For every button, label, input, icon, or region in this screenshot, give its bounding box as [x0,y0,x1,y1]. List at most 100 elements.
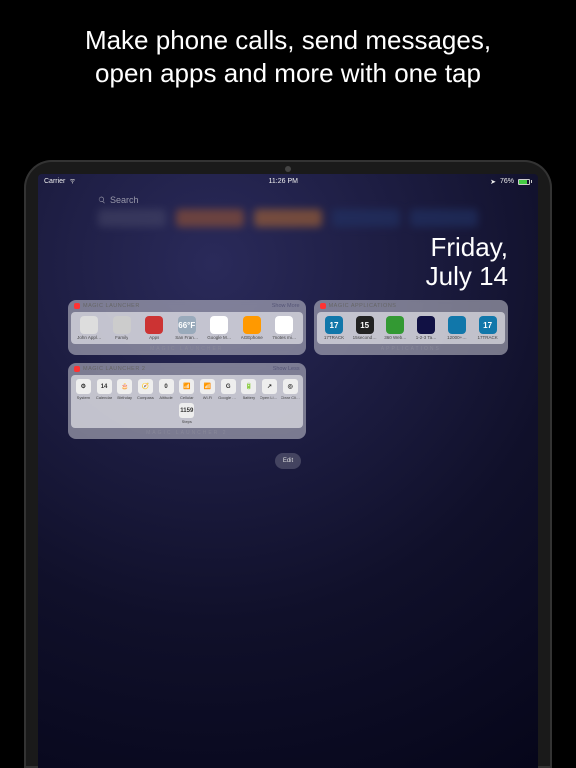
device-frame: Carrier 11:26 PM ➤ 76% Search Friday, Ju… [24,160,552,768]
app-item[interactable]: 🔋Battery [239,379,259,400]
app-label: Cellular [180,395,194,400]
app-item[interactable]: Family [108,316,136,340]
app-label: Family [115,335,128,340]
widget-body: ⚙System14Calendar🎂Birthday🧭Compass0Altit… [71,375,303,428]
app-icon: 🔋 [241,379,256,394]
widget-title: MAGIC LAUNCHER [83,303,140,309]
app-icon: 17 [325,316,343,334]
app-item[interactable]: 360 Web… [381,316,409,340]
app-item[interactable]: ⚙System [73,379,93,400]
location-icon: ➤ [490,178,496,186]
app-label: AGEphone [241,335,263,340]
app-label: Open Lin… [260,395,280,400]
status-time: 11:26 PM [269,178,298,185]
search-bar[interactable]: Search [98,193,478,207]
app-icon: 🧭 [138,379,153,394]
app-item[interactable]: 📶Cellular [177,379,197,400]
app-item[interactable]: 1717TRACK [320,316,348,340]
battery-icon [518,179,532,185]
app-icon: 1159 [179,403,194,418]
screen: Carrier 11:26 PM ➤ 76% Search Friday, Ju… [38,174,538,768]
widget-title: MAGIC LAUNCHER 2 [83,366,145,372]
app-icon [386,316,404,334]
promo-headline: Make phone calls, send messages, open ap… [0,0,576,99]
app-label: Battery [243,395,256,400]
app-item[interactable]: 1159Steps [177,403,197,424]
app-item[interactable]: 🧭Compass [135,379,155,400]
app-item[interactable]: Apps [140,316,168,340]
camera-dot [285,166,291,172]
app-item[interactable]: 📶Wi-Fi [197,379,217,400]
app-label: 17TRACK [324,335,344,340]
app-item[interactable]: GGoogle S… [218,379,238,400]
app-label: Compass [137,395,154,400]
app-item[interactable]: 7notes mi… [270,316,298,340]
widget-footer: MAGIC LAUNCHER [68,344,306,355]
app-icon [80,316,98,334]
app-label: San Fran… [175,335,198,340]
app-item[interactable]: 0Altitude [156,379,176,400]
date-weekday: Friday, [38,233,508,262]
app-icon: 0 [159,379,174,394]
app-item[interactable]: AGEphone [238,316,266,340]
app-label: Apps [149,335,159,340]
app-item[interactable]: 66°FSan Fran… [173,316,201,340]
app-item[interactable]: 🎂Birthday [115,379,135,400]
app-icon [113,316,131,334]
app-item[interactable]: 14Calendar [94,379,114,400]
app-icon [275,316,293,334]
date-display: Friday, July 14 [38,227,538,300]
app-icon: ◎ [283,379,298,394]
app-icon [448,316,466,334]
promo-line-1: Make phone calls, send messages, [20,24,556,57]
edit-button[interactable]: Edit [275,453,301,469]
app-icon: 🎂 [117,379,132,394]
app-label: 12000+… [447,335,467,340]
app-icon [145,316,163,334]
app-label: Clear Cli… [281,395,300,400]
search-icon [98,196,106,204]
app-icon: 📶 [200,379,215,394]
show-more-button[interactable]: Show More [272,303,300,309]
app-icon: 17 [479,316,497,334]
app-item[interactable]: 1-2-3 Ta… [412,316,440,340]
widget-body: John Appl… Family Apps 66°FSan Fran… Google … [71,312,303,344]
date-month-day: July 14 [38,262,508,291]
app-label: Google S… [218,395,238,400]
app-item[interactable]: 12000+… [443,316,471,340]
app-item[interactable]: ↗Open Lin… [260,379,280,400]
show-less-button[interactable]: Show Less [273,366,300,372]
widget-magic-applications: MAGIC APPLICATIONS 1717TRACK1515second…3… [314,300,508,355]
battery-pct: 76% [500,178,514,185]
widget-title: MAGIC APPLICATIONS [329,303,397,309]
widget-body: 1717TRACK1515second…360 Web…1-2-3 Ta…120… [317,312,505,344]
app-item[interactable]: 1515second… [351,316,379,340]
search-placeholder: Search [110,195,139,205]
app-item[interactable]: 1717TRACK [474,316,502,340]
app-label: Calendar [96,395,112,400]
app-label: Altitude [159,395,172,400]
app-label: 7notes mi… [272,335,296,340]
app-badge-icon [74,366,80,372]
status-bar: Carrier 11:26 PM ➤ 76% [38,174,538,189]
app-icon: 15 [356,316,374,334]
app-item[interactable]: Google M… [205,316,233,340]
app-label: 360 Web… [384,335,406,340]
app-icon: 14 [97,379,112,394]
app-label: Birthday [117,395,132,400]
app-item[interactable]: ◎Clear Cli… [280,379,300,400]
app-icon: G [221,379,236,394]
app-label: 15second… [353,335,377,340]
app-icon: 66°F [178,316,196,334]
promo-line-2: open apps and more with one tap [20,57,556,90]
app-label: 17TRACK [477,335,497,340]
widget-magic-launcher: MAGIC LAUNCHER Show More John Appl… Famil… [68,300,306,355]
app-icon [417,316,435,334]
carrier-label: Carrier [44,178,65,185]
app-label: Steps [182,419,192,424]
app-label: Google M… [207,335,231,340]
app-label: Wi-Fi [203,395,212,400]
blurred-suggestions [98,209,478,227]
app-item[interactable]: John Appl… [75,316,103,340]
widget-footer: APPLICATIONS [314,344,508,355]
